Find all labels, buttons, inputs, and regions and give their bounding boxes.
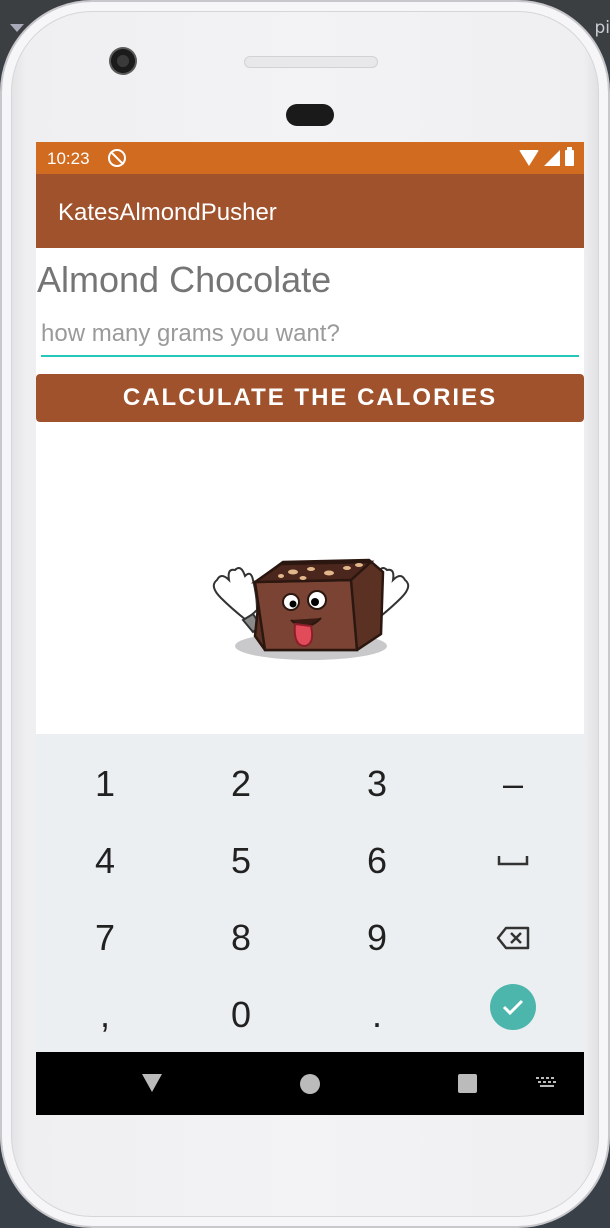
key-1[interactable]: 1 [37,746,173,822]
key-minus[interactable]: – [445,746,581,822]
key-2[interactable]: 2 [173,746,309,822]
app-title: KatesAlmondPusher [58,199,277,226]
key-7[interactable]: 7 [37,900,173,976]
sensor-pill [286,104,334,126]
tongue [293,622,314,648]
signal-icon [544,150,560,166]
space-icon [497,856,529,866]
earpiece-speaker [244,56,378,68]
numeric-keyboard: 1 2 3 – 4 5 6 7 8 9 , 0 . [36,734,584,1052]
key-8[interactable]: 8 [173,900,309,976]
ide-corner-text: pi [594,18,610,38]
phone-frame: 10:23 KatesAlmondPusher Almond Chocolate… [0,0,610,1228]
product-heading: Almond Chocolate [37,259,332,300]
status-time: 10:23 [47,149,90,168]
key-comma[interactable]: , [37,977,173,1053]
calculate-calories-button[interactable]: CALCULATE THE CALORIES [36,374,584,422]
key-4[interactable]: 4 [37,823,173,899]
input-underline [41,355,579,357]
key-space[interactable] [445,823,581,899]
chocolate-mascot-illustration [212,558,410,660]
key-dot[interactable]: . [309,977,445,1053]
keyboard-switch-icon[interactable] [536,1077,558,1089]
do-not-disturb-icon [108,149,126,167]
back-icon[interactable] [142,1074,162,1092]
app-bar: KatesAlmondPusher [36,174,584,248]
home-icon[interactable] [300,1074,320,1094]
key-9[interactable]: 9 [309,900,445,976]
key-backspace[interactable] [445,900,581,976]
key-0[interactable]: 0 [173,977,309,1053]
backspace-icon [496,926,530,950]
grams-input[interactable] [41,315,579,353]
navigation-bar [36,1052,584,1115]
key-5[interactable]: 5 [173,823,309,899]
front-camera [109,47,137,75]
key-6[interactable]: 6 [309,823,445,899]
cake-top [250,560,375,584]
left-glove [212,567,263,634]
device-screen: 10:23 KatesAlmondPusher Almond Chocolate… [36,142,584,1115]
key-3[interactable]: 3 [309,746,445,822]
status-icons [519,147,574,168]
battery-icon [565,147,574,166]
enter-check-icon [490,984,536,1030]
wifi-icon [519,150,539,166]
grams-field[interactable] [41,315,579,357]
key-enter[interactable] [445,969,581,1045]
status-bar: 10:23 [36,142,584,174]
recents-icon[interactable] [458,1074,477,1093]
